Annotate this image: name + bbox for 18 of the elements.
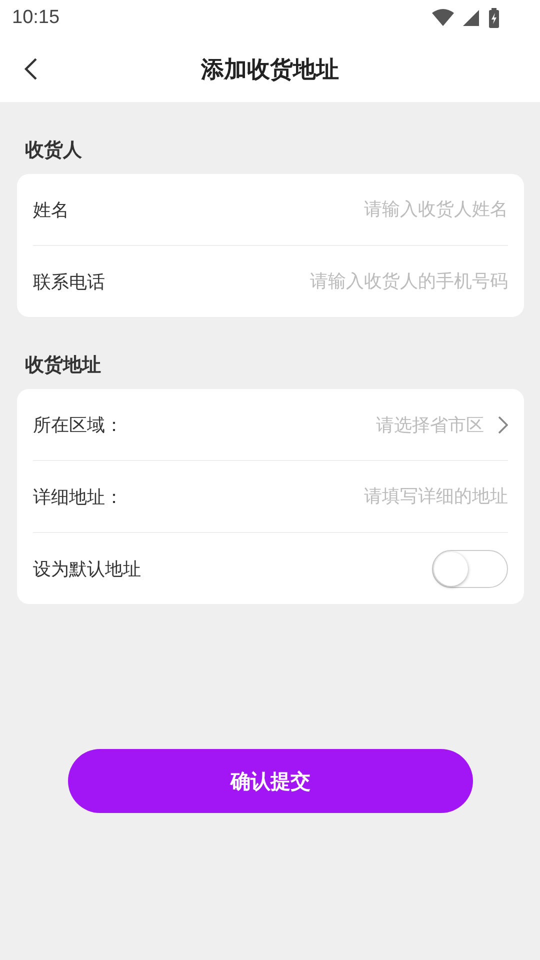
submit-button[interactable]: 确认提交 <box>68 749 473 813</box>
signal-icon <box>462 9 480 27</box>
field-label: 联系电话 <box>33 270 105 294</box>
chevron-icon <box>498 416 508 434</box>
default-toggle[interactable] <box>432 550 508 588</box>
field-label: 姓名 <box>33 198 69 222</box>
input-field[interactable]: 请输入收货人姓名 <box>248 199 508 220</box>
section-title: 收货人 <box>24 138 83 163</box>
input-field[interactable]: 请输入收货人的手机号码 <box>248 271 508 292</box>
page-title: 添加收货地址 <box>201 56 339 84</box>
input-field[interactable]: 请填写详细的地址 <box>248 486 508 507</box>
wifi-icon <box>432 9 454 27</box>
section-title: 收货地址 <box>24 353 102 378</box>
battery-icon <box>488 8 500 28</box>
status-time: 10:15 <box>12 7 60 29</box>
field-label: 所在区域： <box>33 414 123 436</box>
field-label: 详细地址： <box>33 486 123 508</box>
field-label: 设为默认地址 <box>33 558 141 580</box>
